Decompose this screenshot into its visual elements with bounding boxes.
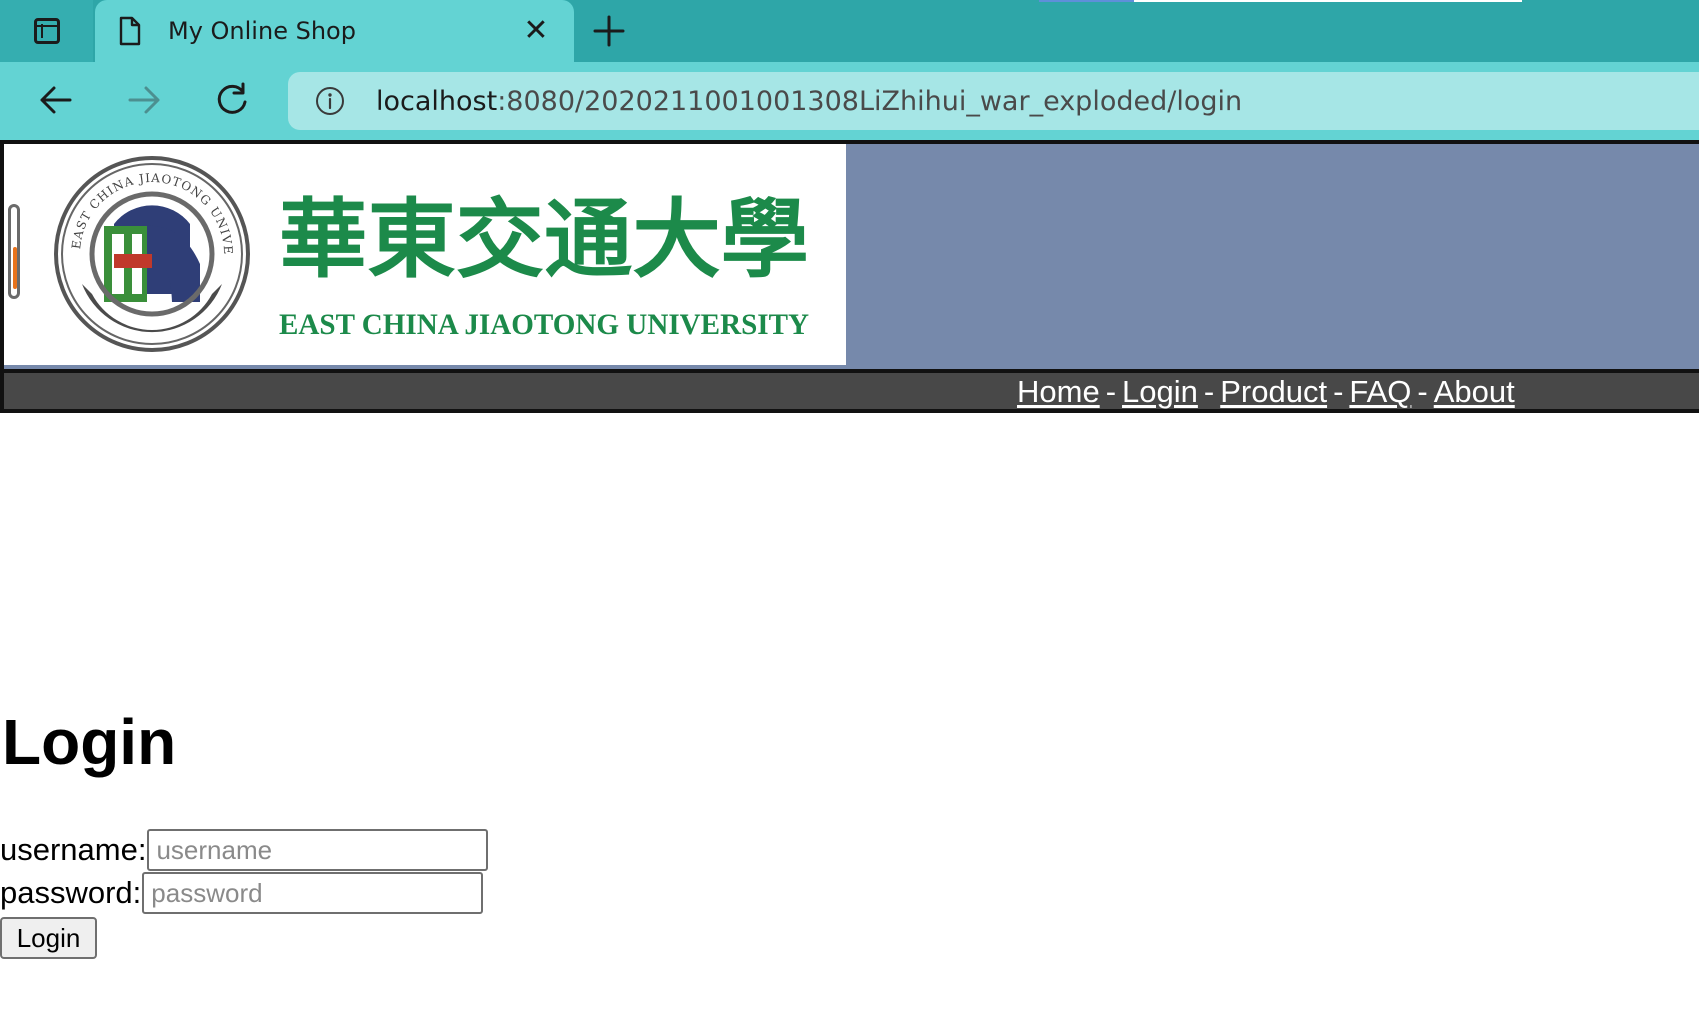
site-info-icon[interactable] (315, 86, 345, 116)
nav-separator: - (1105, 374, 1117, 409)
nav-link-product[interactable]: Product (1220, 374, 1327, 409)
username-row: username: (0, 829, 489, 871)
tab-actions-button[interactable] (0, 0, 93, 62)
username-label: username: (0, 832, 147, 867)
password-label: password: (0, 875, 142, 910)
logo-english-subtitle: EAST CHINA JIAOTONG UNIVERSITY (279, 308, 809, 341)
nav-link-faq[interactable]: FAQ (1349, 374, 1411, 409)
login-button[interactable]: Login (0, 917, 97, 959)
back-arrow-icon[interactable] (36, 80, 76, 120)
tab-strip-accent-light (1134, 0, 1522, 2)
page-content: EAST CHINA JIAOTONG UNIVERSITY 華東交通大學 EA… (0, 140, 1699, 1015)
tab-actions-icon (33, 18, 60, 44)
close-icon[interactable]: ✕ (522, 16, 550, 46)
nav-links: Home - Login - Product - FAQ - About (1017, 373, 1515, 409)
nav-separator: - (1417, 374, 1428, 409)
university-seal-icon: EAST CHINA JIAOTONG UNIVERSITY (52, 154, 250, 352)
url-host: localhost (376, 86, 498, 117)
nav-separator: - (1333, 374, 1344, 409)
address-bar[interactable]: localhost:8080/202021100100130​8LiZhihui… (288, 72, 1699, 130)
password-input[interactable] (142, 872, 484, 914)
nav-link-about[interactable]: About (1434, 374, 1515, 409)
scroll-handle[interactable] (8, 204, 20, 299)
url-path: :8080/202021100100130​8LiZhihui_war_expl… (497, 86, 1243, 117)
tab-active[interactable]: My Online Shop ✕ (95, 0, 574, 62)
browser-toolbar: localhost:8080/202021100100130​8LiZhihui… (0, 62, 1699, 140)
tab-title: My Online Shop (168, 17, 356, 45)
nav-link-login[interactable]: Login (1122, 374, 1198, 409)
page-icon (119, 16, 141, 46)
login-title: Login (2, 706, 177, 778)
site-nav-bar: Home - Login - Product - FAQ - About (4, 369, 1699, 409)
logo-chinese-title: 華東交通大學 (279, 189, 809, 290)
site-header: EAST CHINA JIAOTONG UNIVERSITY 華東交通大學 EA… (0, 140, 1699, 413)
nav-link-home[interactable]: Home (1017, 374, 1100, 409)
new-tab-plus-icon[interactable] (592, 14, 626, 48)
forward-arrow-icon[interactable] (124, 80, 164, 120)
nav-separator: - (1203, 374, 1215, 409)
browser-tab-strip: My Online Shop ✕ (0, 0, 1699, 62)
password-row: password: (0, 872, 484, 914)
university-logo: EAST CHINA JIAOTONG UNIVERSITY 華東交通大學 EA… (4, 144, 846, 365)
username-input[interactable] (147, 829, 489, 871)
url-text: localhost:8080/202021100100130​8LiZhihui… (376, 86, 1242, 117)
university-name-logo: 華東交通大學 EAST CHINA JIAOTONG UNIVERSITY (279, 189, 809, 341)
reload-icon[interactable] (212, 80, 252, 120)
tab-strip-accent (1039, 0, 1134, 2)
